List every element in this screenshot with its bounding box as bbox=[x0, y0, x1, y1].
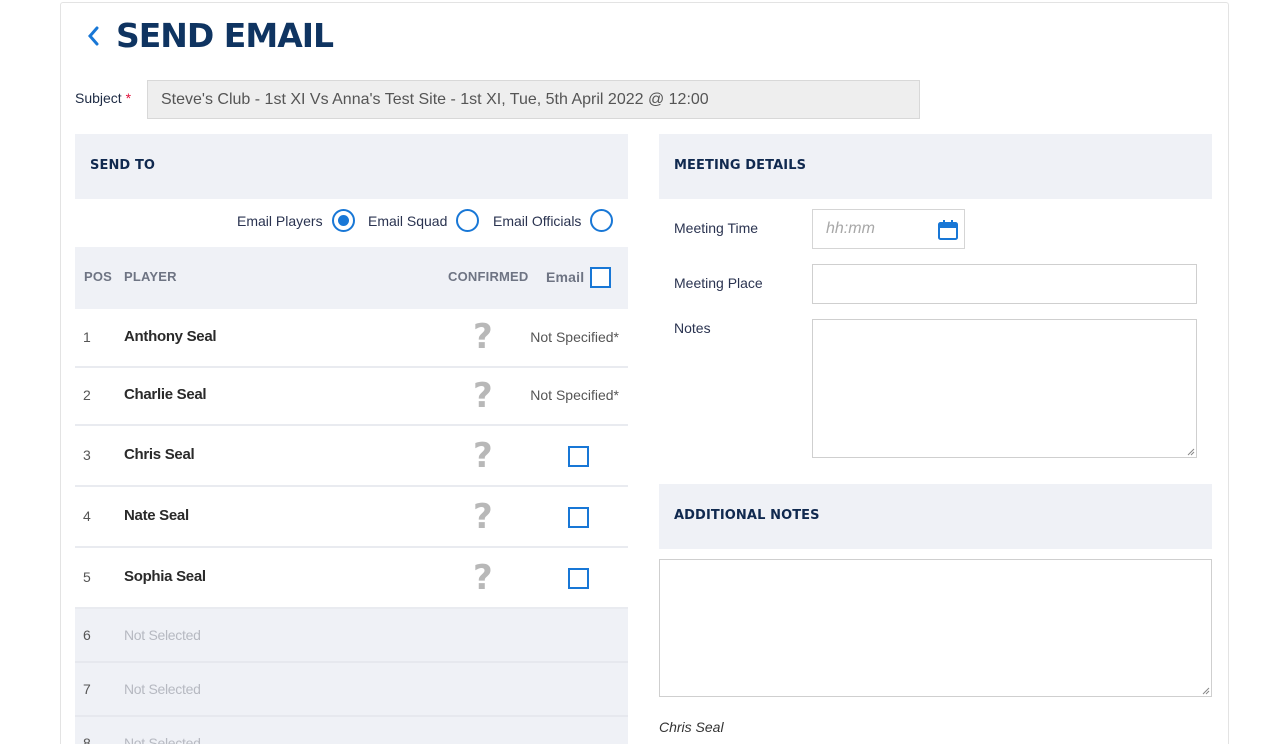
subject-input[interactable]: Steve's Club - 1st XI Vs Anna's Test Sit… bbox=[147, 80, 920, 119]
row-pos: 6 bbox=[83, 627, 91, 643]
player-name: Charlie Seal bbox=[124, 386, 207, 403]
player-name: Not Selected bbox=[124, 681, 201, 697]
email-status: Not Specified* bbox=[530, 329, 619, 345]
table-row: 2 Charlie Seal ? Not Specified* bbox=[75, 368, 628, 426]
send-to-header: SEND TO bbox=[75, 134, 628, 199]
sender-signature: Chris Seal bbox=[659, 719, 724, 735]
table-row: 5 Sophia Seal ? bbox=[75, 548, 628, 609]
page-title: SEND EMAIL bbox=[116, 16, 334, 55]
recipient-options: Email Players Email Squad Email Official… bbox=[75, 199, 628, 247]
page-header: SEND EMAIL bbox=[86, 16, 334, 56]
email-officials-option[interactable]: Email Officials bbox=[493, 209, 614, 232]
table-row: 4 Nate Seal ? bbox=[75, 487, 628, 548]
col-pos: POS bbox=[84, 269, 113, 284]
email-checkbox[interactable] bbox=[568, 507, 589, 528]
meeting-time-label: Meeting Time bbox=[674, 220, 759, 236]
additional-notes-header: ADDITIONAL NOTES bbox=[659, 484, 1212, 549]
player-name: Not Selected bbox=[124, 735, 201, 744]
players-table-header: POS PLAYER CONFIRMED Email bbox=[75, 247, 628, 309]
meeting-place-input[interactable] bbox=[812, 264, 1197, 304]
email-officials-label: Email Officials bbox=[493, 212, 582, 229]
table-row: 6 Not Selected bbox=[75, 609, 628, 663]
notes-label: Notes bbox=[674, 320, 711, 336]
unconfirmed-question-icon: ? bbox=[473, 317, 493, 357]
select-all-email-checkbox[interactable] bbox=[590, 267, 611, 288]
send-to-heading: SEND TO bbox=[90, 158, 156, 173]
unconfirmed-question-icon: ? bbox=[473, 436, 493, 476]
notes-textarea[interactable] bbox=[812, 319, 1197, 458]
col-confirmed: CONFIRMED bbox=[448, 269, 529, 284]
table-row: 8 Not Selected bbox=[75, 717, 628, 744]
player-name: Nate Seal bbox=[124, 507, 189, 524]
email-checkbox[interactable] bbox=[568, 568, 589, 589]
row-pos: 5 bbox=[83, 569, 91, 585]
player-name: Sophia Seal bbox=[124, 568, 206, 585]
table-row: 7 Not Selected bbox=[75, 663, 628, 717]
meeting-place-label: Meeting Place bbox=[674, 275, 763, 291]
required-asterisk: * bbox=[125, 90, 132, 106]
resize-handle-icon[interactable] bbox=[1186, 447, 1195, 456]
email-squad-radio[interactable] bbox=[456, 209, 480, 232]
email-officials-radio[interactable] bbox=[590, 209, 614, 232]
unconfirmed-question-icon: ? bbox=[473, 558, 493, 598]
subject-label: Subject * bbox=[75, 90, 132, 106]
meeting-details-heading: MEETING DETAILS bbox=[674, 158, 807, 173]
email-squad-option[interactable]: Email Squad bbox=[368, 209, 480, 232]
back-chevron-icon[interactable] bbox=[86, 16, 106, 56]
resize-handle-icon[interactable] bbox=[1201, 686, 1210, 695]
email-squad-label: Email Squad bbox=[368, 212, 448, 229]
additional-notes-heading: ADDITIONAL NOTES bbox=[674, 508, 820, 523]
row-pos: 4 bbox=[83, 508, 91, 524]
row-pos: 1 bbox=[83, 329, 91, 345]
email-players-label: Email Players bbox=[237, 212, 323, 229]
meeting-time-input[interactable]: hh:mm bbox=[812, 209, 965, 249]
table-row: 1 Anthony Seal ? Not Specified* bbox=[75, 309, 628, 368]
unconfirmed-question-icon: ? bbox=[473, 497, 493, 537]
row-pos: 2 bbox=[83, 387, 91, 403]
email-players-radio[interactable] bbox=[331, 209, 355, 232]
unconfirmed-question-icon: ? bbox=[473, 376, 493, 416]
player-name: Not Selected bbox=[124, 627, 201, 643]
email-status: Not Specified* bbox=[530, 387, 619, 403]
email-checkbox[interactable] bbox=[568, 446, 589, 467]
row-pos: 7 bbox=[83, 681, 91, 697]
player-name: Anthony Seal bbox=[124, 328, 217, 345]
table-row: 3 Chris Seal ? bbox=[75, 426, 628, 487]
row-pos: 3 bbox=[83, 447, 91, 463]
meeting-time-placeholder: hh:mm bbox=[826, 220, 875, 237]
col-player: PLAYER bbox=[124, 269, 177, 284]
meeting-details-header: MEETING DETAILS bbox=[659, 134, 1212, 199]
email-players-option[interactable]: Email Players bbox=[237, 209, 355, 232]
col-email: Email bbox=[546, 269, 585, 285]
calendar-icon[interactable] bbox=[937, 218, 959, 240]
additional-notes-textarea[interactable] bbox=[659, 559, 1212, 697]
row-pos: 8 bbox=[83, 735, 91, 744]
player-name: Chris Seal bbox=[124, 446, 195, 463]
